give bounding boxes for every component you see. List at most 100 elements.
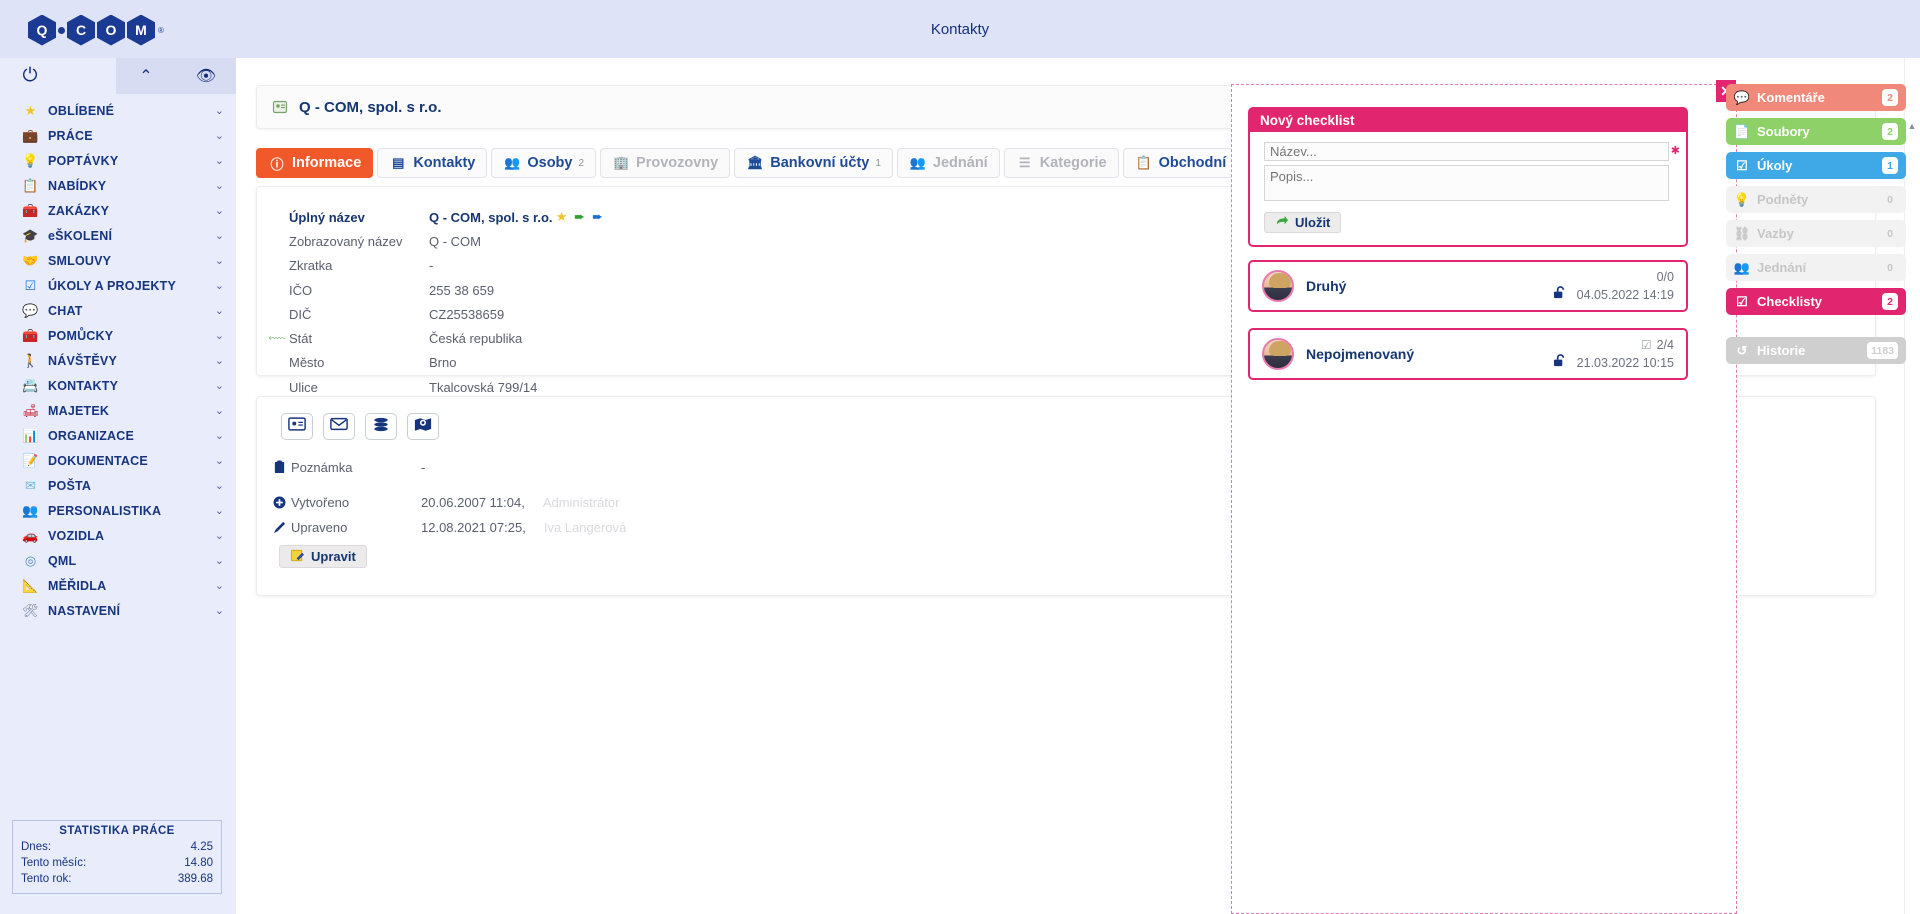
new-checklist-form: Nový checklist ✱ Uložit [1248,107,1688,247]
green-arrow-icon[interactable]: ➨ [571,208,589,226]
sidebar-item-chat[interactable]: 💬 CHAT ⌄ [0,298,236,323]
chevron-down-icon[interactable]: ⌄ [215,454,224,467]
sidebar-item-popt-vky[interactable]: 💡 POPTÁVKY ⌄ [0,148,236,173]
sidebar-item-po-ta[interactable]: ✉ POŠTA ⌄ [0,473,236,498]
rightbar-item-podn-ty[interactable]: 💡 Podněty 0 [1726,186,1906,213]
vertical-scrollbar[interactable]: ▲ [1904,58,1920,914]
eye-off-icon[interactable]: 👁 [176,58,236,94]
sidebar-item-n-v-t-vy[interactable]: 🚶 NÁVŠTĚVY ⌄ [0,348,236,373]
chevron-down-icon[interactable]: ⌄ [215,479,224,492]
tab-jedn-n[interactable]: 👥 Jednání [896,148,1000,178]
checklist-description-input[interactable] [1264,165,1669,201]
chevron-down-icon[interactable]: ⌄ [215,204,224,217]
tab-osoby[interactable]: 👥 Osoby 2 [491,148,597,178]
sidebar-item-personalistika[interactable]: 👥 PERSONALISTIKA ⌄ [0,498,236,523]
tab-label: Informace [292,155,362,171]
chevron-down-icon[interactable]: ⌄ [215,129,224,142]
sidebar-item-e-kolen[interactable]: 🎓 eŠKOLENÍ ⌄ [0,223,236,248]
chevron-double-up-icon[interactable]: ⌃ [116,58,176,94]
rightbar-item-soubory[interactable]: 📄 Soubory 2 [1726,118,1906,145]
sidebar-item-label: MAJETEK [48,403,110,418]
chevron-down-icon[interactable]: ⌄ [215,304,224,317]
chevron-down-icon[interactable]: ⌄ [215,329,224,342]
chevron-down-icon[interactable]: ⌄ [215,554,224,567]
rightbar-item-jedn-n[interactable]: 👥 Jednání 0 [1726,254,1906,281]
sidebar-item-m-idla[interactable]: 📐 MĚŘIDLA ⌄ [0,573,236,598]
edit-button[interactable]: Upravit [279,545,367,568]
tab-kontakty[interactable]: ▤ Kontakty [377,148,488,178]
sidebar-item-dokumentace[interactable]: 📝 DOKUMENTACE ⌄ [0,448,236,473]
rightbar-item-koly[interactable]: ☑ Úkoly 1 [1726,152,1906,179]
checklist-name-input[interactable] [1264,142,1669,161]
sidebar-item-zak-zky[interactable]: 🧰 ZAKÁZKY ⌄ [0,198,236,223]
tab-informace[interactable]: ⓘ Informace [256,148,374,178]
star-icon[interactable]: ★ [553,208,571,226]
checklist-item[interactable]: Druhý 0/0 04.05.2022 14:19 [1248,260,1688,312]
sidebar-item-nab-dky[interactable]: 📋 NABÍDKY ⌄ [0,173,236,198]
checklist-meta: ☑ 2/4 21.03.2022 10:15 [1553,336,1674,372]
chevron-down-icon[interactable]: ⌄ [215,529,224,542]
rightbar-item-koment-e[interactable]: 💬 Komentáře 2 [1726,84,1906,111]
sidebar-item-majetek[interactable]: 🛋 MAJETEK ⌄ [0,398,236,423]
tab-kategorie[interactable]: ☰ Kategorie [1003,148,1119,178]
sidebar-menu: ★ OBLÍBENÉ ⌄ 💼 PRÁCE ⌄ 💡 POPTÁVKY ⌄ 📋 NABÍDKY ⌄ 🧰 ZAK… [0,94,236,623]
sidebar-item-koly-a-projekty[interactable]: ☑ ÚKOLY A PROJEKTY ⌄ [0,273,236,298]
database-button[interactable] [365,413,397,440]
blue-arrow-icon[interactable]: ➨ [589,208,607,226]
sidebar-item-smlouvy[interactable]: 🤝 SMLOUVY ⌄ [0,248,236,273]
chevron-down-icon[interactable]: ⌄ [215,379,224,392]
save-checklist-button[interactable]: Uložit [1264,212,1342,233]
checklist-name: Nepojmenovaný [1306,346,1415,362]
chevron-down-icon[interactable]: ⌄ [215,154,224,167]
rightbar-item-vazby[interactable]: ⛓ Vazby 0 [1726,220,1906,247]
statistics-value: 4.25 [190,841,213,853]
rightbar-item-checklisty[interactable]: ☑ Checklisty 2 [1726,288,1906,315]
sidebar-item-obl-ben[interactable]: ★ OBLÍBENÉ ⌄ [0,98,236,123]
chevron-down-icon[interactable]: ⌄ [215,254,224,267]
logo-hex-c: C [67,14,95,46]
chevron-down-icon[interactable]: ⌄ [215,504,224,517]
note-field-label: Poznámka [291,459,353,475]
status-badge: 0 [1882,259,1898,276]
chevron-down-icon[interactable]: ⌄ [215,229,224,242]
registered-mark: ® [158,25,164,35]
power-icon[interactable]: ⏻ [0,65,60,87]
sidebar-item-pr-ce[interactable]: 💼 PRÁCE ⌄ [0,123,236,148]
chevron-down-icon[interactable]: ⌄ [215,579,224,592]
meeting-icon: 👥 [1733,259,1751,275]
unlock-icon[interactable] [1553,354,1567,372]
building-icon: 🏢 [612,155,630,170]
unlock-icon[interactable] [1553,286,1567,304]
tab-bankovn-ty[interactable]: 🏛 Bankovní účty 1 [734,148,893,178]
rightbar-item-historie[interactable]: ↺ Historie 1183 [1726,337,1906,364]
app-logo[interactable]: Q C O M ® [28,10,208,50]
tab-provozovny[interactable]: 🏢 Provozovny [600,148,731,178]
sidebar-item-nastaven[interactable]: 🛠 NASTAVENÍ ⌄ [0,598,236,623]
sidebar-item-organizace[interactable]: 📊 ORGANIZACE ⌄ [0,423,236,448]
chevron-down-icon[interactable]: ⌄ [215,404,224,417]
info-icon: ⓘ [270,156,284,172]
sidebar-item-pom-cky[interactable]: 🧰 POMŮCKY ⌄ [0,323,236,348]
statistics-row: Tento měsíc: 14.80 [21,855,213,871]
chevron-down-icon[interactable]: ⌄ [215,104,224,117]
export-vcard-button[interactable] [281,413,313,440]
clipboard-icon [267,460,291,474]
scroll-up-arrow-icon[interactable]: ▲ [1906,120,1918,132]
info-field-list: Úplný název Q - COM, spol. s r.o. ★ ➨ ➨ Zobra… [265,205,607,424]
lightbulb-icon: 💡 [1733,191,1751,207]
handshake-icon: 🤝 [22,253,39,268]
show-map-button[interactable] [407,413,439,440]
sidebar-item-vozidla[interactable]: 🚗 VOZIDLA ⌄ [0,523,236,548]
chevron-down-icon[interactable]: ⌄ [215,279,224,292]
sidebar-item-qml[interactable]: ◎ QML ⌄ [0,548,236,573]
sidebar-item-label: VOZIDLA [48,528,105,543]
sidebar-item-kontakty[interactable]: 📇 KONTAKTY ⌄ [0,373,236,398]
info-field-label: Zobrazovaný název [289,233,403,249]
chevron-down-icon[interactable]: ⌄ [215,179,224,192]
chevron-down-icon[interactable]: ⌄ [215,354,224,367]
chevron-down-icon[interactable]: ⌄ [215,429,224,442]
send-email-button[interactable] [323,413,355,440]
checklist-count: 0/0 [1656,270,1674,284]
checklist-item[interactable]: Nepojmenovaný ☑ 2/4 21.03.2022 10:15 [1248,328,1688,380]
chevron-down-icon[interactable]: ⌄ [215,604,224,617]
